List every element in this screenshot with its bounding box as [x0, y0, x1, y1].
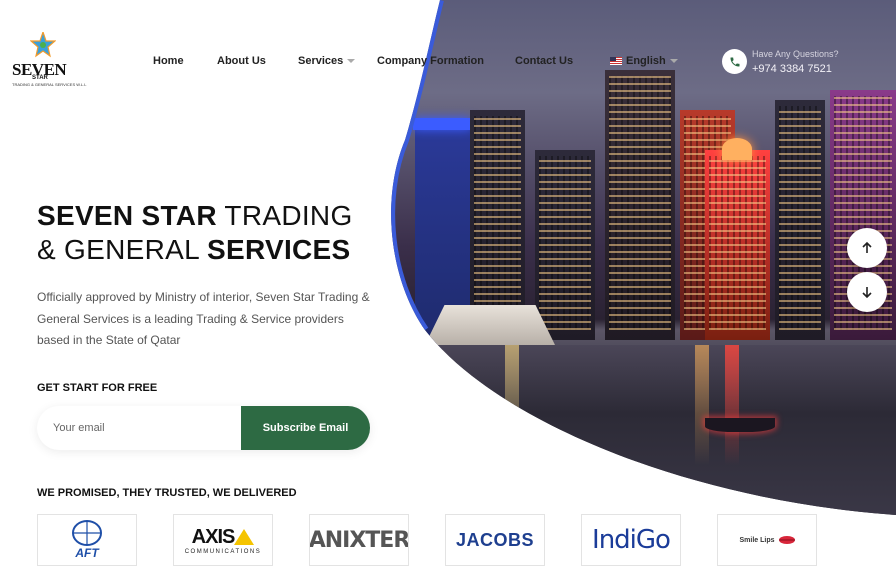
- client-logo-smile-lips: Smile Lips: [717, 514, 817, 566]
- nav-home[interactable]: Home: [153, 55, 184, 67]
- hero-headline: SEVEN STAR TRADING & GENERAL SERVICES: [37, 199, 353, 267]
- scroll-down-button[interactable]: [847, 272, 887, 312]
- brand-logo[interactable]: SEVEN STAR TRADING & GENERAL SERVICES W.…: [12, 32, 86, 90]
- signup-label: GET START FOR FREE: [37, 382, 158, 394]
- client-logo-jacobs: JACOBS: [445, 514, 545, 566]
- email-input[interactable]: [53, 406, 233, 450]
- hero-skyline-image: [385, 0, 896, 515]
- globe-icon: [72, 520, 102, 546]
- logo-tagline: TRADING & GENERAL SERVICES W.L.L: [12, 82, 87, 87]
- nav-company-formation[interactable]: Company Formation: [377, 55, 484, 67]
- nav-contact[interactable]: Contact Us: [515, 55, 573, 67]
- subscribe-button[interactable]: Subscribe Email: [241, 406, 370, 450]
- contact-question: Have Any Questions?: [752, 49, 839, 59]
- client-jacobs-name: JACOBS: [455, 529, 534, 550]
- client-indigo-name: IndiGo: [592, 525, 671, 555]
- blue-accent-edge: [385, 0, 896, 515]
- arrow-up-icon: [862, 241, 872, 253]
- client-axis-name: AXIS: [191, 525, 236, 548]
- language-selector[interactable]: English: [610, 55, 678, 67]
- client-anixter-name: ANIXTER: [309, 527, 409, 553]
- phone-icon: [730, 57, 739, 66]
- language-label: English: [626, 55, 666, 67]
- client-smile-lips-name: Smile Lips: [739, 536, 775, 544]
- headline-light-1: TRADING: [216, 200, 353, 231]
- client-aft-name: AFT: [75, 546, 99, 560]
- signup-form: Subscribe Email: [37, 406, 370, 450]
- chevron-down-icon: [669, 59, 678, 64]
- client-logo-aft: AFT: [37, 514, 137, 566]
- lips-icon: [778, 536, 795, 544]
- phone-button[interactable]: [722, 49, 747, 74]
- client-axis-sub: COMMUNICATIONS: [184, 548, 262, 555]
- headline-light-2: & GENERAL: [37, 234, 208, 265]
- chevron-down-icon: [347, 59, 356, 64]
- client-logo-indigo: IndiGo: [581, 514, 681, 566]
- axis-triangle-icon: [234, 529, 255, 545]
- headline-bold-1: SEVEN STAR: [37, 200, 217, 231]
- star-logo-icon: [30, 32, 56, 58]
- scroll-up-button[interactable]: [847, 228, 887, 268]
- hero-description: Officially approved by Ministry of inter…: [37, 290, 370, 347]
- headline-bold-2: SERVICES: [207, 234, 351, 265]
- client-logo-axis: AXIS COMMUNICATIONS: [173, 514, 273, 566]
- logo-sub: STAR: [32, 75, 48, 81]
- nav-services-label: Services: [298, 55, 344, 67]
- us-flag-icon: [610, 57, 622, 66]
- contact-phone[interactable]: +974 3384 7521: [752, 63, 832, 75]
- clients-heading: WE PROMISED, THEY TRUSTED, WE DELIVERED: [37, 487, 297, 499]
- nav-services[interactable]: Services: [298, 55, 356, 67]
- client-logo-anixter: ANIXTER: [309, 514, 409, 566]
- nav-about[interactable]: About Us: [217, 55, 266, 67]
- arrow-down-icon: [862, 287, 872, 299]
